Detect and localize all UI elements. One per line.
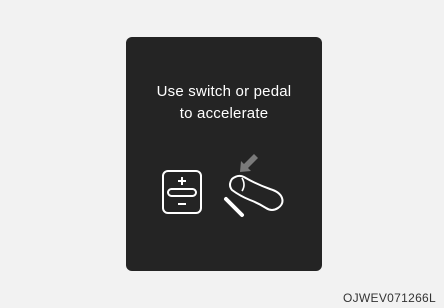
accelerate-message: Use switch or pedal to accelerate [126,81,322,125]
message-line-2: to accelerate [179,105,269,122]
message-line-1: Use switch or pedal [156,83,292,100]
accelerator-switch-icon [162,170,202,214]
cluster-display: Use switch or pedal to accelerate [126,37,322,271]
pedal-press-icon [224,154,284,217]
figure-code: OJWEV071266L [343,291,436,305]
